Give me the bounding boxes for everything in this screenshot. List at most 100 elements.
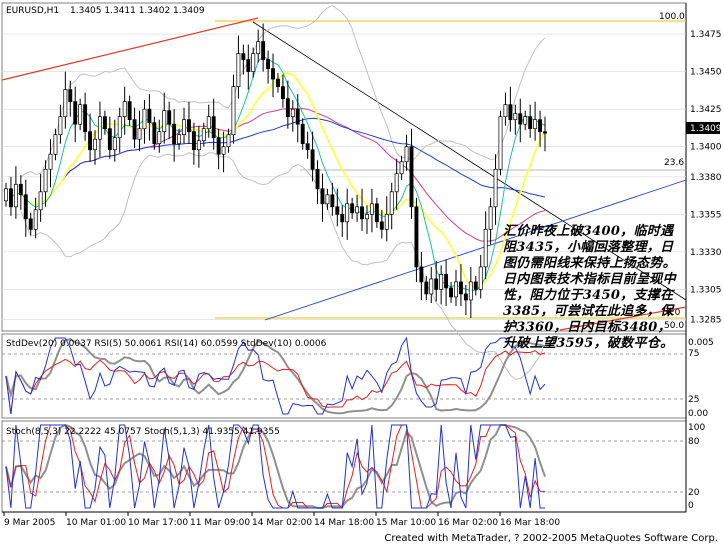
candle-down <box>216 137 221 155</box>
price-tick-label: 1.3305 <box>690 285 722 295</box>
candle-up <box>13 183 18 208</box>
candle-down <box>444 274 449 289</box>
time-axis-label: 16 Mar 02:00 <box>438 518 498 528</box>
time-axis-label: 9 Mar 2005 <box>4 518 55 528</box>
price-tick-label: 1.3475 <box>690 30 722 40</box>
candle-down <box>73 101 78 125</box>
candle-up <box>483 228 488 268</box>
candle-up <box>365 213 369 220</box>
candle-down <box>300 123 305 145</box>
candle-up <box>226 134 231 148</box>
candle-down <box>295 108 300 125</box>
candle-down <box>132 119 137 140</box>
rsi-tick-0: 0.005 <box>688 338 714 348</box>
candle-down <box>241 53 246 60</box>
candle-up <box>63 89 68 118</box>
candle-down <box>246 59 251 72</box>
candle-up <box>142 108 147 130</box>
rsi-tick-1: 75 <box>688 349 699 359</box>
candle-up <box>503 104 508 118</box>
footer-credit: Created with MetaTrader, ? 2002-2005 Met… <box>384 533 718 544</box>
candle-down <box>473 281 478 290</box>
candle-up <box>117 116 122 139</box>
candle-down <box>315 168 320 190</box>
candle-up <box>513 113 518 121</box>
rsi-panel-label: StdDev(20) 0.0037 RSI(5) 50.0061 RSI(14)… <box>6 339 327 349</box>
candle-up <box>231 86 236 136</box>
candle-down <box>147 108 152 124</box>
candle-down <box>419 266 424 283</box>
price-tick-label: 1.3380 <box>690 173 722 183</box>
candle-down <box>409 146 414 208</box>
candle-up <box>236 53 241 87</box>
price-tick-label: 1.3450 <box>690 68 722 78</box>
time-axis-label: 16 Mar 18:00 <box>500 518 560 528</box>
candle-down <box>23 194 28 220</box>
candle-down <box>261 41 266 60</box>
candle-up <box>493 168 498 208</box>
fib-label-23: 23.6 <box>664 158 684 168</box>
candle-up <box>325 194 330 205</box>
candle-down <box>518 113 523 125</box>
candle-down <box>28 218 33 230</box>
candle-down <box>528 116 533 130</box>
analysis-annotation: 汇价昨夜上破3400，临时遇阻3435，小幅回落整理，日图仍需阳线来保持上扬态势… <box>503 224 676 351</box>
candle-up <box>488 206 493 230</box>
candle-up <box>369 203 374 215</box>
candle-down <box>449 287 453 298</box>
price-tick-label: 1.3355 <box>690 210 722 220</box>
candle-down <box>463 293 468 301</box>
candle-down <box>191 131 196 151</box>
candle-down <box>340 213 345 223</box>
candle-up <box>112 137 117 151</box>
candle-up <box>201 128 206 142</box>
candle-down <box>330 194 335 208</box>
candle-up <box>256 41 261 54</box>
candle-up <box>206 116 211 130</box>
candle-up <box>439 274 444 290</box>
candle-up <box>53 134 58 155</box>
candle-up <box>355 206 360 214</box>
symbol-title: EURUSD,H1 <box>6 6 59 16</box>
candle-up <box>78 104 83 125</box>
candle-up <box>157 131 162 145</box>
time-axis-label: 14 Mar 18:00 <box>314 518 374 528</box>
candle-up <box>58 116 63 136</box>
candle-up <box>404 146 409 163</box>
candle-down <box>543 131 547 134</box>
candle-down <box>335 206 340 215</box>
candle-down <box>280 86 285 99</box>
candle-down <box>152 122 157 145</box>
candle-down <box>305 143 310 151</box>
candle-down <box>379 221 384 230</box>
candle-up <box>523 116 528 125</box>
candle-up <box>345 203 350 223</box>
candle-up <box>251 53 256 72</box>
stoch-tick-3: 0 <box>688 501 694 511</box>
candle-down <box>310 149 315 170</box>
candle-up <box>389 191 394 215</box>
candle-up <box>182 119 186 136</box>
candle-up <box>4 188 8 202</box>
rsi-tick-2: 25 <box>688 395 699 405</box>
candle-up <box>468 281 473 301</box>
candle-up <box>478 266 483 290</box>
candle-down <box>285 98 290 118</box>
rsi-tick-3: 0.00 <box>688 409 708 419</box>
candle-up <box>221 146 226 155</box>
time-axis-label: 10 Mar 01:00 <box>66 518 126 528</box>
candle-up <box>98 116 102 140</box>
candle-up <box>162 110 167 133</box>
candle-down <box>458 281 463 295</box>
price-tick-label: 1.3330 <box>690 248 722 258</box>
candle-up <box>384 213 389 230</box>
candle-down <box>211 116 216 139</box>
candle-down <box>107 128 112 151</box>
stoch-tick-0: 100 <box>688 423 705 433</box>
candle-down <box>8 188 13 208</box>
price-tick-label: 1.3400 <box>690 143 722 153</box>
stoch-tick-2: 20 <box>688 488 700 498</box>
candle-up <box>33 209 38 230</box>
candle-up <box>177 134 182 145</box>
candle-down <box>360 206 364 220</box>
